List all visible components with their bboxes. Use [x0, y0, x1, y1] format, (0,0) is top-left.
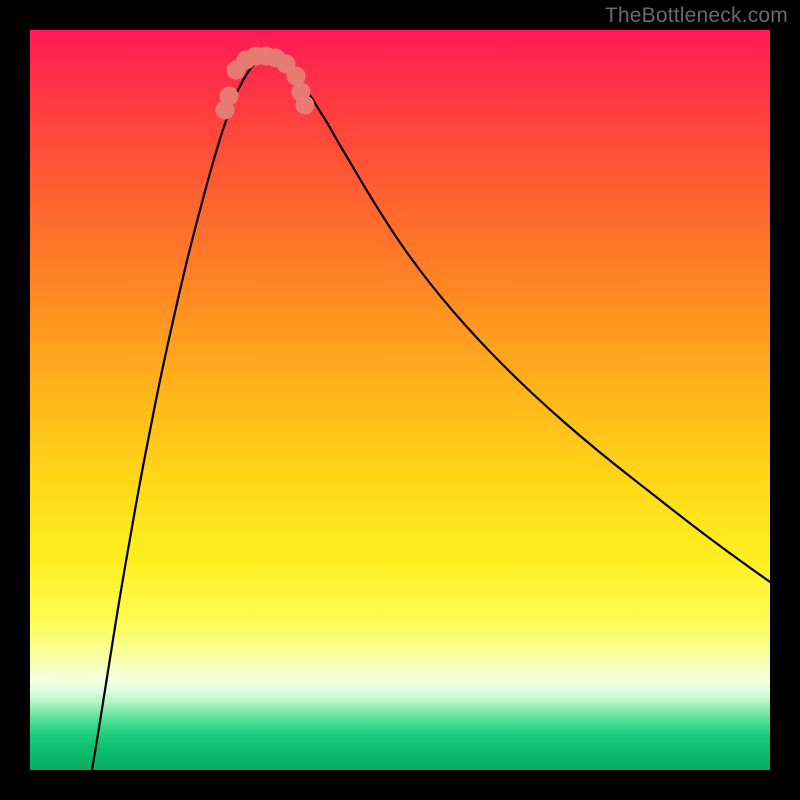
highlight-dots: [216, 47, 315, 120]
marker-dot: [220, 87, 239, 106]
plot-area: [30, 30, 770, 770]
watermark-text: TheBottleneck.com: [605, 4, 788, 28]
marker-dot: [296, 96, 315, 115]
marker-layer: [30, 30, 770, 770]
chart-frame: TheBottleneck.com: [0, 0, 800, 800]
